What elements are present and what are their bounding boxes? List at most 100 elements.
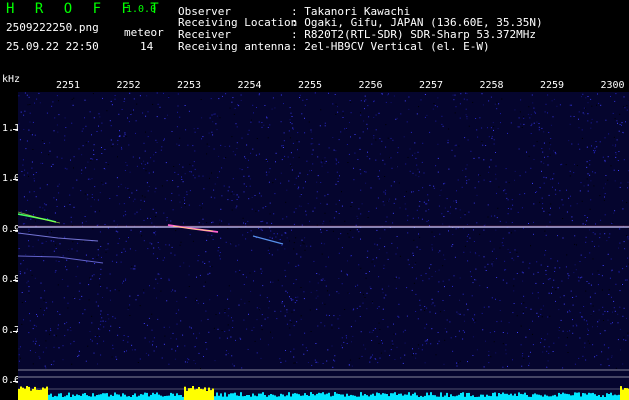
noise-pixel — [251, 196, 253, 198]
noise-pixel — [517, 211, 519, 213]
noise-pixel — [268, 181, 270, 183]
noise-pixel — [563, 303, 565, 305]
noise-pixel — [72, 187, 74, 189]
noise-pixel — [84, 193, 86, 195]
noise-pixel — [453, 99, 455, 101]
noise-pixel — [587, 102, 589, 104]
noise-pixel — [262, 220, 264, 222]
noise-pixel — [611, 296, 612, 298]
noise-pixel — [598, 102, 600, 104]
noise-pixel — [277, 249, 279, 251]
noise-pixel — [287, 292, 288, 294]
noise-pixel — [91, 194, 93, 196]
noise-pixel — [361, 203, 363, 205]
noise-pixel — [407, 232, 409, 234]
noise-pixel — [318, 273, 320, 275]
level-bar — [286, 395, 288, 400]
noise-pixel — [233, 113, 235, 115]
noise-pixel — [64, 205, 66, 207]
noise-pixel — [326, 203, 328, 205]
noise-pixel — [415, 293, 417, 295]
noise-pixel — [293, 242, 295, 244]
noise-pixel — [293, 211, 295, 213]
noise-pixel — [517, 126, 519, 128]
noise-pixel — [258, 228, 260, 229]
noise-pixel — [132, 200, 134, 202]
noise-pixel — [464, 320, 465, 322]
noise-pixel — [322, 302, 323, 304]
noise-pixel — [582, 223, 584, 225]
noise-pixel — [263, 124, 265, 126]
noise-pixel — [547, 333, 549, 335]
noise-pixel — [219, 258, 221, 260]
noise-pixel — [434, 305, 436, 307]
noise-pixel — [533, 122, 535, 124]
noise-pixel — [154, 191, 156, 193]
noise-pixel — [188, 274, 190, 276]
noise-pixel — [409, 148, 411, 150]
noise-pixel — [431, 244, 433, 246]
noise-pixel — [350, 112, 352, 114]
noise-pixel — [548, 279, 550, 281]
noise-pixel — [137, 294, 139, 296]
level-bar — [90, 396, 92, 400]
noise-pixel — [242, 234, 244, 236]
level-bars — [18, 386, 629, 400]
noise-pixel — [196, 337, 198, 339]
noise-pixel — [105, 162, 107, 163]
noise-pixel — [472, 355, 474, 356]
noise-pixel — [144, 150, 146, 152]
noise-pixel — [398, 182, 400, 184]
noise-pixel — [29, 112, 31, 114]
level-bar — [56, 396, 58, 400]
noise-pixel — [583, 113, 585, 115]
level-bar — [326, 393, 328, 400]
noise-pixel — [488, 354, 490, 356]
level-bar — [114, 392, 116, 400]
noise-pixel — [565, 344, 567, 346]
noise-pixel — [335, 113, 337, 115]
noise-pixel — [452, 350, 454, 352]
noise-pixel — [608, 365, 610, 367]
noise-pixel — [125, 136, 127, 137]
noise-pixel — [81, 295, 83, 297]
noise-pixel — [66, 321, 68, 323]
noise-pixel — [143, 160, 145, 162]
noise-pixel — [547, 164, 549, 166]
noise-pixel — [200, 320, 202, 322]
noise-pixel — [620, 349, 621, 351]
level-bar — [332, 395, 334, 400]
meteor-echo-3 — [18, 232, 99, 242]
noise-pixel — [150, 130, 152, 132]
noise-pixel — [18, 123, 20, 125]
noise-pixel — [78, 322, 80, 324]
noise-pixel — [376, 257, 378, 259]
noise-pixel — [561, 163, 563, 165]
noise-pixel — [192, 145, 194, 147]
noise-pixel — [553, 150, 555, 152]
noise-pixel — [552, 186, 553, 188]
noise-pixel — [359, 316, 361, 317]
noise-pixel — [379, 153, 381, 155]
noise-pixel — [435, 354, 437, 356]
noise-pixel — [301, 239, 303, 241]
noise-pixel — [443, 310, 445, 311]
noise-pixel — [523, 227, 524, 229]
level-bar — [560, 394, 562, 400]
noise-pixel — [100, 273, 102, 275]
noise-pixel — [406, 315, 408, 317]
noise-pixel — [533, 107, 535, 109]
noise-pixel — [530, 351, 531, 353]
noise-pixel — [619, 186, 621, 188]
noise-pixel — [247, 348, 249, 350]
noise-pixel — [71, 122, 73, 124]
noise-pixel — [513, 303, 515, 304]
noise-pixel — [536, 121, 538, 123]
noise-pixel — [507, 213, 509, 215]
noise-pixel — [626, 265, 628, 267]
level-bar — [400, 393, 402, 400]
noise-pixel — [358, 208, 360, 210]
noise-pixel — [429, 311, 431, 313]
noise-pixel — [428, 267, 430, 269]
noise-pixel — [332, 103, 334, 105]
